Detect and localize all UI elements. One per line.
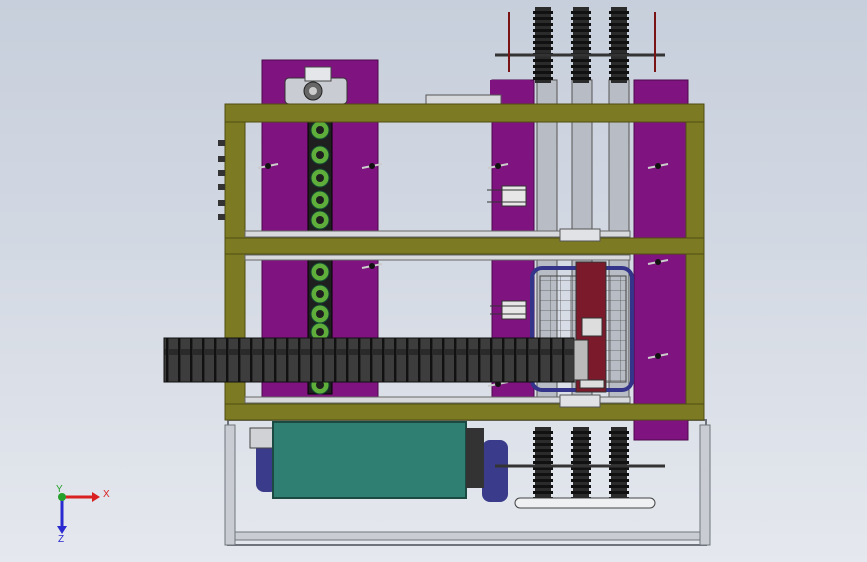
bolt [218,200,225,206]
sprocket [310,284,330,304]
sprocket [310,145,330,165]
top-gear-row [533,7,629,83]
gear [571,7,591,83]
coordinate-triad: X Y Z [56,484,110,545]
gear [533,7,553,83]
bolt [218,140,225,146]
sprocket [310,168,330,188]
bolt [218,214,225,220]
sprocket [310,304,330,324]
sprocket [310,210,330,230]
z-axis-label: Z [58,534,64,545]
left-frame-bolts [218,140,225,220]
bottom-shaft [514,497,656,509]
gear [609,7,629,83]
cad-viewport[interactable]: X Y Z [0,0,867,562]
bolt [218,170,225,176]
x-axis-label: X [103,489,110,500]
machine-assembly-view[interactable]: X Y Z [0,0,867,562]
sprocket [310,120,330,140]
sprocket [310,262,330,282]
bolt [218,184,225,190]
bolt [218,156,225,162]
right-purple-plate [633,79,689,441]
drag-chain [163,337,589,383]
sprocket [310,190,330,210]
y-axis-label: Y [56,484,63,495]
control-box [249,421,508,502]
